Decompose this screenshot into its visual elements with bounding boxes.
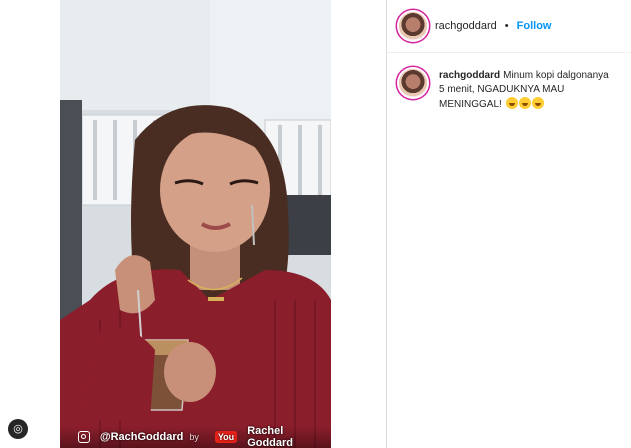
media-gutter bbox=[331, 0, 386, 448]
watermark-by: by bbox=[189, 432, 199, 442]
instagram-logo-icon bbox=[78, 431, 90, 443]
left-gutter bbox=[0, 0, 60, 448]
separator-dot: • bbox=[504, 20, 509, 32]
watermark-youtube-name: Rachel Goddard bbox=[247, 425, 294, 448]
caption-avatar[interactable] bbox=[399, 69, 427, 97]
watermark-instagram-handle: @RachGoddard bbox=[99, 431, 184, 443]
post-header: rachgoddard • Follow bbox=[387, 0, 631, 53]
youtube-logo-icon: You bbox=[214, 431, 238, 443]
avatar[interactable] bbox=[399, 12, 427, 40]
caption-text-block: rachgoddard Minum kopi dalgonanya 5 menit… bbox=[439, 69, 609, 112]
follow-button[interactable]: Follow bbox=[517, 20, 552, 32]
header-username[interactable]: rachgoddard bbox=[435, 20, 497, 32]
caption-comment: rachgoddard Minum kopi dalgonanya 5 menit… bbox=[387, 53, 631, 112]
grinning-face-with-sweat-icon bbox=[518, 97, 531, 109]
instagram-icon[interactable]: ◎ bbox=[8, 419, 28, 439]
post-side-panel: rachgoddard • Follow rachgoddard Minum ko… bbox=[386, 0, 631, 448]
grinning-face-with-sweat-icon bbox=[505, 97, 518, 109]
post-media[interactable]: @RachGoddard by You Rachel Goddard bbox=[60, 0, 331, 448]
grinning-face-with-sweat-icon bbox=[531, 97, 544, 109]
caption-username[interactable]: rachgoddard bbox=[439, 70, 500, 81]
video-frame bbox=[60, 0, 331, 448]
video-watermark: @RachGoddard by You Rachel Goddard bbox=[60, 425, 331, 448]
